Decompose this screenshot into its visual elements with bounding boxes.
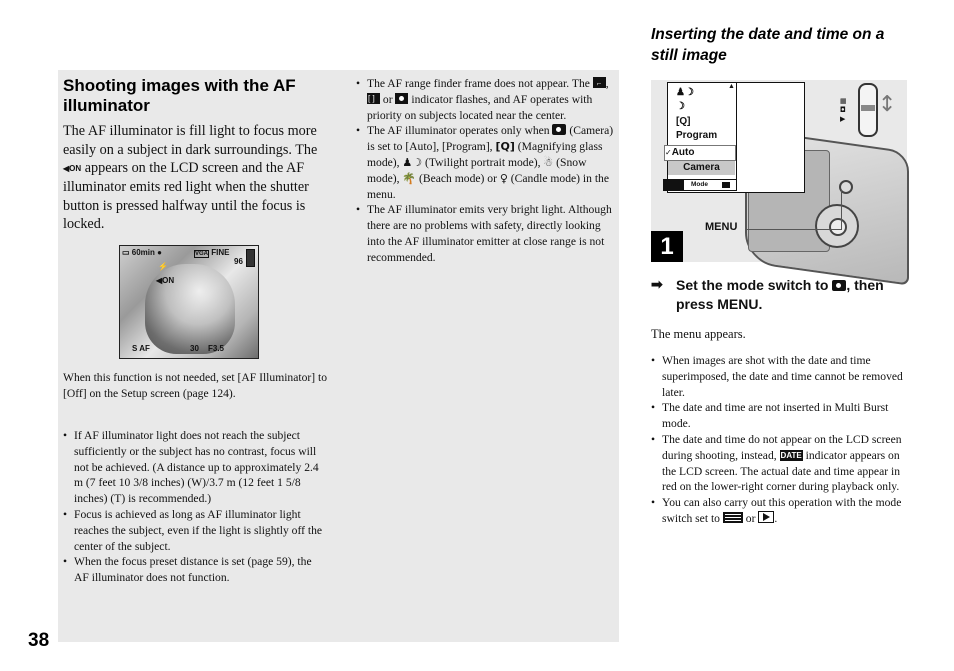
list-item: The AF illuminator operates only when (C… <box>356 123 614 202</box>
magnifying-glass-icon: [Q] <box>495 140 515 154</box>
camera-icon <box>552 124 567 136</box>
step-instruction: ➡ Set the mode switch to , then press ME… <box>651 276 884 312</box>
lcd-screen-image: ▭ 60min ● VGA FINE 96 ⚡ ◀ON S AF 30 F3.5 <box>119 245 259 359</box>
snow-icon: ☃ <box>543 155 554 169</box>
middle-bullet-list: The AF range finder frame does not appea… <box>356 76 614 266</box>
twilight-portrait-icon: ♟☽ <box>402 155 423 169</box>
quality-indicator: FINE <box>211 248 230 257</box>
mode-switch <box>858 83 878 137</box>
remaining-count: 96 <box>234 257 243 266</box>
list-item: The date and time do not appear on the L… <box>651 432 906 495</box>
shutter-speed: 30 <box>190 344 199 353</box>
toolbox-icon <box>722 182 730 188</box>
multipoint-af-icon <box>592 76 606 92</box>
list-item: If AF illuminator light does not reach t… <box>63 428 328 507</box>
still-mode-icon: ◘ <box>840 106 846 114</box>
list-item: The date and time are not inserted in Mu… <box>651 400 906 432</box>
list-item: You can also carry out this operation wi… <box>651 495 906 527</box>
menu-item-auto-selected: ✓Auto <box>664 145 736 161</box>
beach-icon: 🌴 <box>402 171 417 185</box>
list-item: When the focus preset distance is set (p… <box>63 554 328 586</box>
menu-pointer-line <box>745 229 841 230</box>
menu-item-magnifying-glass: [Q] <box>676 116 691 127</box>
menu-item-twilight-portrait: ♟☽ <box>676 87 694 98</box>
playback-icon <box>758 510 775 523</box>
mode-tab-label: Mode <box>691 181 708 188</box>
camera-tab-icon <box>664 180 684 190</box>
focus-mode-indicator: S AF <box>132 344 150 353</box>
af-on-indicator: ◀ON <box>156 276 175 285</box>
list-item: The AF illuminator emits very bright lig… <box>356 202 614 265</box>
check-icon: ✓ <box>665 148 672 157</box>
menu-pointer-line <box>841 190 842 230</box>
camera-icon <box>832 280 847 291</box>
middle-column: The AF range finder frame does not appea… <box>356 76 614 266</box>
list-item: Focus is achieved as long as AF illumina… <box>63 507 328 554</box>
movie-mode-icon <box>722 511 743 523</box>
candle-icon: ♀ <box>499 171 508 185</box>
list-item: The AF range finder frame does not appea… <box>356 76 614 123</box>
mode-switch-labels: ▦ ◘ ▶ <box>840 97 847 124</box>
menu-category-camera: Camera <box>668 161 735 175</box>
step-number: 1 <box>651 231 683 262</box>
aperture-value: F3.5 <box>208 344 225 353</box>
menu-appears-text: The menu appears. <box>651 327 746 341</box>
list-item: When images are shot with the date and t… <box>651 353 906 400</box>
movie-mode-icon: ▦ <box>840 97 847 105</box>
page-number: 38 <box>28 630 50 651</box>
intro-text-1: The AF illuminator is fill light to focu… <box>63 123 318 158</box>
section-heading-af-illuminator: Shooting images with the AF illuminator <box>63 76 296 115</box>
date-indicator-icon: DATE <box>779 449 803 461</box>
menu-screen: ♟☽ ▲ ☽ [Q] Program ✓Auto Camera Mode <box>663 82 805 193</box>
battery-indicator: ▭ 60min ● <box>122 248 162 257</box>
flash-icon: ⚡ <box>158 262 168 271</box>
playback-mode-icon: ▶ <box>840 115 846 123</box>
menu-list: ♟☽ ▲ ☽ [Q] Program ✓Auto Camera Mode <box>663 83 737 191</box>
control-button-icon <box>815 204 859 248</box>
intro-paragraph: The AF illuminator is fill light to focu… <box>63 122 333 234</box>
menu-button-label: MENU <box>705 221 738 233</box>
af-illuminator-on-icon: ◀ON <box>63 163 82 173</box>
center-af-icon <box>367 91 380 107</box>
memory-stick-icon <box>246 249 255 267</box>
menu-item-program: Program <box>676 130 718 141</box>
section-heading-date-time: Inserting the date and time on a still i… <box>651 26 885 64</box>
up-down-arrow-icon: ↕ <box>878 92 897 117</box>
spot-af-icon <box>395 92 409 104</box>
menu-bar: Mode <box>663 179 737 191</box>
image-size-indicator: VGA FINE <box>194 248 230 258</box>
menu-item-twilight: ☽ <box>676 101 685 112</box>
right-bullet-list: When images are shot with the date and t… <box>651 353 906 527</box>
left-bullet-list: If AF illuminator light does not reach t… <box>63 428 328 586</box>
setup-note: When this function is not needed, set [A… <box>63 371 328 400</box>
intro-text-2: appears on the LCD screen and the AF ill… <box>63 160 309 233</box>
arrow-right-icon: ➡ <box>651 276 663 292</box>
scroll-up-icon: ▲ <box>728 83 735 90</box>
left-column: Shooting images with the AF illuminator … <box>63 76 333 234</box>
